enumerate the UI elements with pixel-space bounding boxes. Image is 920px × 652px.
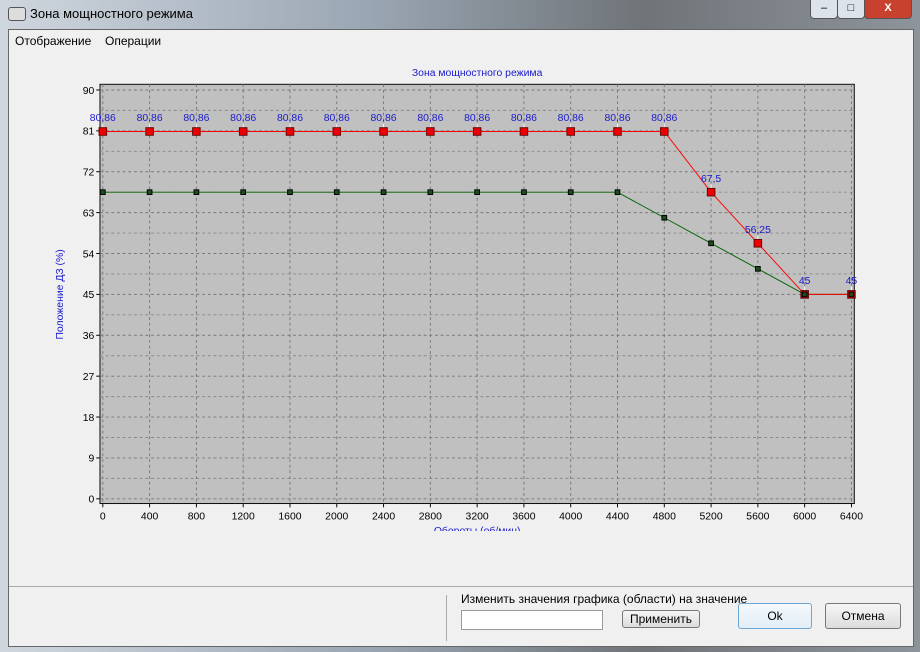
data-point-green bbox=[240, 189, 247, 196]
data-point-green bbox=[287, 189, 293, 196]
data-point-green bbox=[146, 189, 153, 196]
x-tick-label: 2800 bbox=[419, 512, 442, 523]
data-label: 80,86 bbox=[464, 113, 490, 124]
data-point-red bbox=[145, 127, 154, 136]
data-point-red bbox=[192, 127, 201, 136]
data-point-red bbox=[379, 127, 388, 136]
data-label: 80,86 bbox=[183, 113, 209, 124]
data-point-red bbox=[98, 127, 108, 136]
data-label: 80,86 bbox=[371, 113, 397, 124]
y-tick-label: 45 bbox=[83, 290, 95, 301]
data-point-red bbox=[706, 187, 716, 197]
data-point-green bbox=[521, 189, 527, 196]
data-point-green bbox=[380, 189, 387, 196]
y-tick-label: 63 bbox=[83, 208, 95, 219]
window: Зона мощностного режима – □ X Отображени… bbox=[0, 0, 920, 652]
y-tick-label: 9 bbox=[89, 454, 95, 465]
data-point-green bbox=[567, 189, 574, 196]
data-point-red bbox=[238, 127, 248, 136]
data-label: 45 bbox=[846, 276, 858, 287]
x-tick-label: 6400 bbox=[840, 512, 863, 523]
data-label: 80,86 bbox=[651, 113, 677, 124]
x-tick-label: 400 bbox=[141, 512, 159, 523]
y-tick-label: 0 bbox=[89, 495, 95, 506]
apply-button[interactable]: Применить bbox=[622, 610, 700, 628]
x-tick-label: 6000 bbox=[793, 512, 816, 523]
data-label: 80,86 bbox=[511, 113, 537, 124]
y-tick-label: 36 bbox=[83, 331, 95, 342]
data-point-green bbox=[801, 291, 808, 298]
data-point-red bbox=[613, 127, 622, 136]
y-tick-label: 18 bbox=[83, 413, 95, 424]
x-tick-label: 4800 bbox=[653, 512, 676, 523]
client-area: Отображение Операции Зона мощностного ре… bbox=[8, 29, 914, 647]
x-tick-label: 800 bbox=[188, 512, 206, 523]
x-tick-label: 3600 bbox=[512, 512, 535, 523]
ok-button[interactable]: Ok bbox=[738, 603, 812, 629]
data-point-red bbox=[660, 127, 669, 136]
data-label: 80,86 bbox=[324, 113, 350, 124]
data-label: 80,86 bbox=[417, 113, 443, 124]
y-tick-label: 90 bbox=[83, 86, 95, 97]
data-label: 80,86 bbox=[558, 113, 584, 124]
value-input[interactable] bbox=[461, 610, 603, 630]
data-point-green bbox=[474, 189, 480, 196]
data-label: 45 bbox=[799, 276, 811, 287]
x-tick-label: 0 bbox=[100, 512, 106, 523]
chart-title: Зона мощностного режима bbox=[412, 68, 543, 79]
data-label: 56,25 bbox=[745, 225, 771, 236]
x-tick-label: 5600 bbox=[746, 512, 769, 523]
bottom-panel: Изменить значения графика (области) на з… bbox=[9, 586, 913, 647]
y-tick-label: 54 bbox=[83, 249, 95, 260]
data-point-red bbox=[285, 127, 295, 136]
data-point-green bbox=[99, 189, 106, 196]
data-label: 80,86 bbox=[277, 113, 303, 124]
data-point-red bbox=[472, 127, 482, 136]
data-label: 80,86 bbox=[230, 113, 256, 124]
y-tick-label: 27 bbox=[83, 372, 95, 383]
data-point-green bbox=[427, 189, 434, 196]
y-tick-label: 81 bbox=[83, 127, 95, 138]
y-axis-label: Положение ДЗ (%) bbox=[55, 249, 66, 339]
x-tick-label: 4400 bbox=[606, 512, 629, 523]
data-point-green bbox=[333, 189, 340, 196]
data-point-green bbox=[708, 240, 714, 247]
change-value-label: Изменить значения графика (области) на з… bbox=[461, 592, 748, 606]
data-point-green bbox=[193, 189, 200, 196]
data-label: 80,86 bbox=[137, 113, 163, 124]
x-tick-label: 2000 bbox=[325, 512, 348, 523]
chart[interactable]: Зона мощностного режима Обороты (об/мин) П… bbox=[1, 1, 905, 531]
x-tick-label: 4000 bbox=[559, 512, 582, 523]
data-point-red bbox=[753, 239, 763, 248]
divider bbox=[446, 595, 447, 641]
data-point-green bbox=[755, 266, 761, 272]
data-label: 80,86 bbox=[604, 113, 630, 124]
data-point-red bbox=[332, 127, 342, 136]
x-tick-label: 2400 bbox=[372, 512, 395, 523]
x-axis-label: Обороты (об/мин) bbox=[434, 525, 521, 531]
y-tick-label: 72 bbox=[83, 168, 95, 179]
data-point-green bbox=[661, 214, 668, 221]
data-label: 67,5 bbox=[701, 174, 721, 185]
data-point-red bbox=[519, 127, 529, 136]
data-point-green bbox=[848, 291, 855, 298]
x-tick-label: 1600 bbox=[278, 512, 301, 523]
x-tick-label: 3200 bbox=[466, 512, 489, 523]
data-label: 80,86 bbox=[90, 113, 116, 124]
data-point-green bbox=[614, 189, 621, 196]
cancel-button[interactable]: Отмена bbox=[825, 603, 901, 629]
x-tick-label: 5200 bbox=[700, 512, 723, 523]
x-tick-label: 1200 bbox=[232, 512, 255, 523]
data-point-red bbox=[566, 127, 575, 136]
data-point-red bbox=[426, 127, 435, 136]
